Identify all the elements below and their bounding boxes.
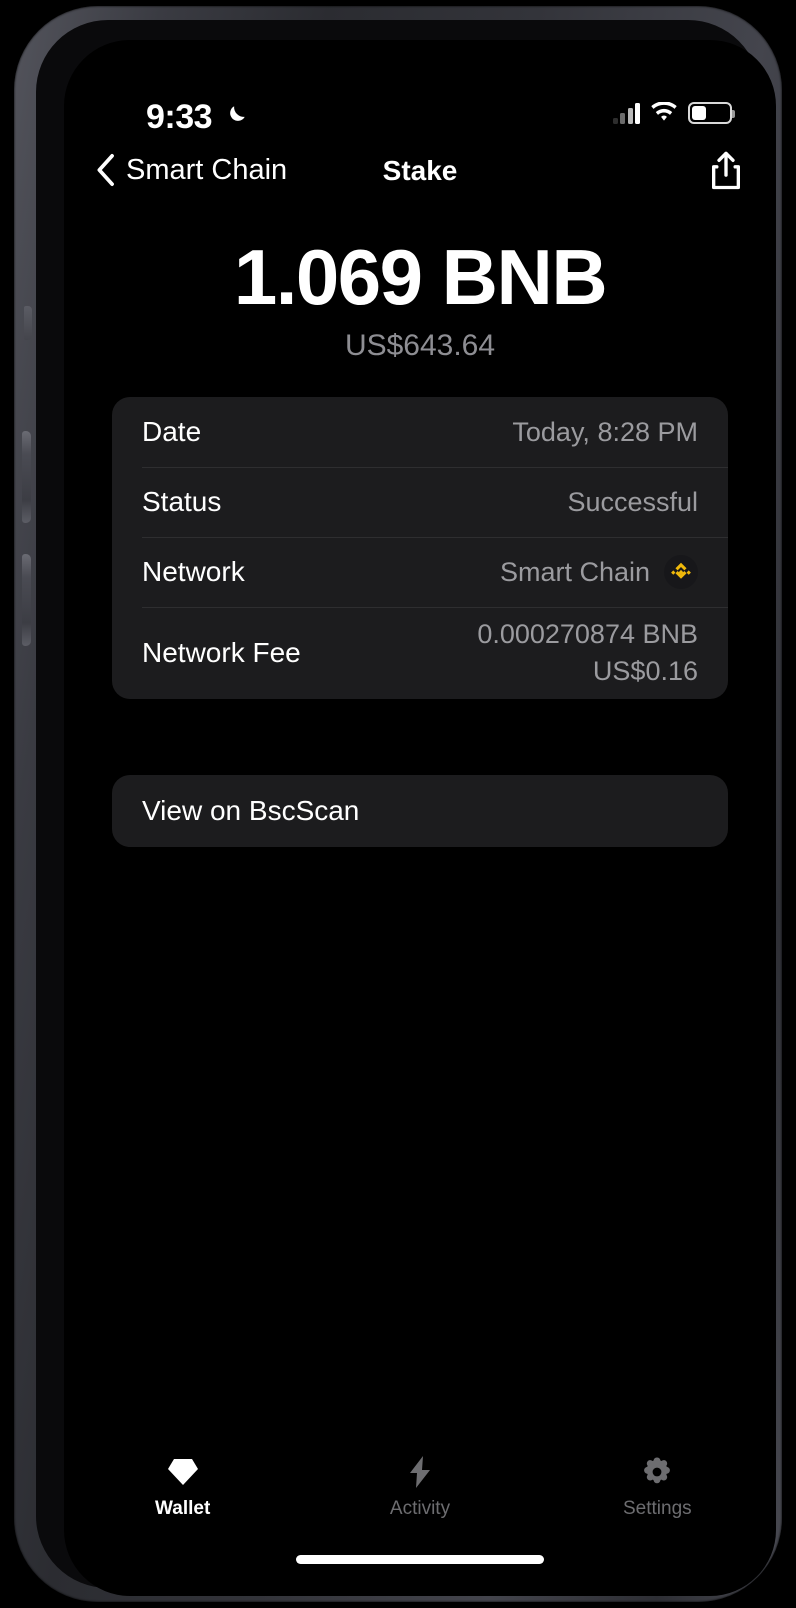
page-title: Stake [382,155,458,186]
tab-settings[interactable]: Settings [539,1455,776,1520]
tab-activity-label: Activity [389,1498,451,1519]
detail-row-network: Network Smart Chain [112,537,728,607]
phone-screen: 9:33 Smart Chain Stake 1.069 BNB US$643.… [64,40,776,1596]
amount-fiat: US$643.64 [344,328,496,362]
fee-value-group: 0.000270874 BNB US$0.16 [477,619,698,687]
screenshot-stage: 9:33 Smart Chain Stake 1.069 BNB US$643.… [0,0,796,1608]
amount-crypto: 1.069 BNB [233,233,608,321]
volume-up-button[interactable] [22,431,31,523]
detail-value: Smart Chain [499,556,650,587]
detail-label: Network Fee [142,637,301,668]
share-button[interactable] [706,149,746,193]
gear-icon [641,1455,673,1489]
mute-switch-button[interactable] [24,306,32,340]
detail-row-status: Status Successful [112,467,728,537]
view-on-explorer-button[interactable]: View on BscScan [112,775,728,847]
detail-value: Today, 8:28 PM [512,416,698,447]
navigation-bar: Smart Chain Stake [64,145,776,205]
view-on-explorer-label: View on BscScan [142,795,360,826]
transaction-details-card: Date Today, 8:28 PM Status Successful Ne… [112,397,728,699]
home-indicator[interactable] [296,1555,544,1564]
bnb-diamond-icon [671,562,691,579]
cellular-signal-icon [612,102,640,124]
bnb-logo-icon [664,555,698,589]
battery-icon [688,102,735,124]
status-time: 9:33 [146,98,213,136]
crescent-moon-icon [230,106,245,121]
share-icon [712,151,740,190]
detail-label: Date [142,416,202,447]
detail-label: Network [142,556,245,587]
bottom-tab-bar: Wallet Activity Settings [64,1455,776,1520]
diamond-icon [166,1455,200,1489]
phone-bezel: 9:33 Smart Chain Stake 1.069 BNB US$643.… [36,20,776,1596]
tab-activity[interactable]: Activity [301,1455,538,1520]
tab-settings-label: Settings [622,1498,692,1519]
tab-wallet-label: Wallet [155,1498,211,1519]
volume-down-button[interactable] [22,554,31,646]
detail-row-network-fee: Network Fee 0.000270874 BNB US$0.16 [112,607,728,699]
detail-row-date: Date Today, 8:28 PM [112,397,728,467]
status-badge: Successful [567,486,698,517]
network-value-group: Smart Chain [500,555,698,589]
transaction-amount-block: 1.069 BNB US$643.64 [64,233,776,363]
link-row: View on BscScan [112,775,728,847]
detail-label: Status [142,486,222,517]
status-indicators [612,102,735,124]
phone-frame: 9:33 Smart Chain Stake 1.069 BNB US$643.… [14,6,782,1602]
tab-wallet[interactable]: Wallet [64,1455,301,1520]
fee-crypto-value: 0.000270874 BNB [477,619,698,649]
bolt-icon [407,1455,433,1489]
status-bar: 9:33 [64,60,776,134]
battery-fill [692,106,706,120]
fee-fiat-value: US$0.16 [592,656,698,686]
wifi-icon [651,102,677,121]
